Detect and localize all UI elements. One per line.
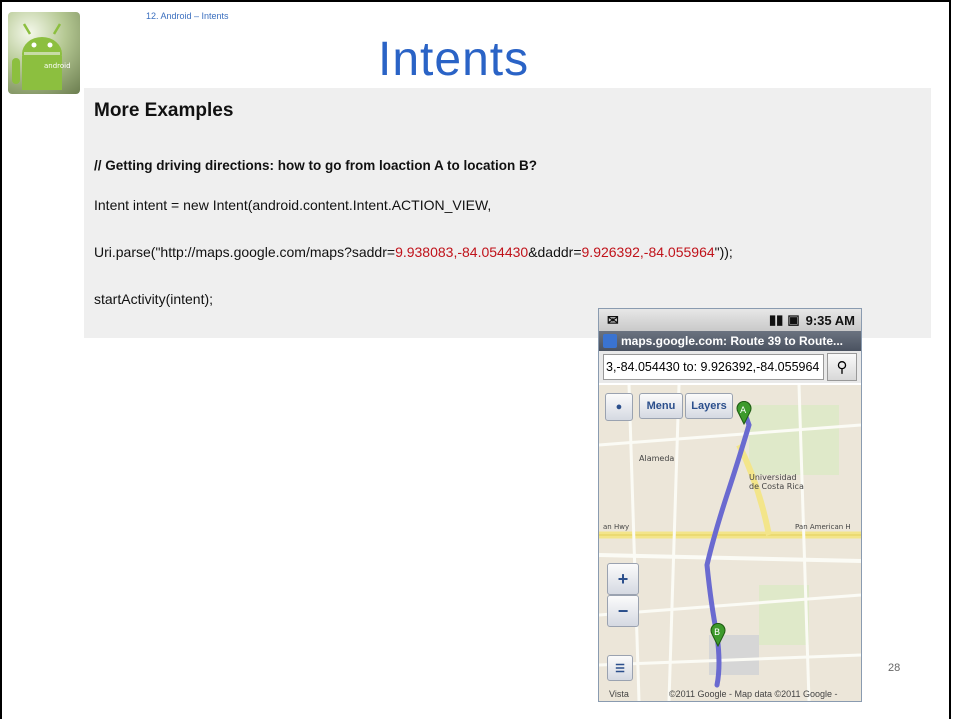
svg-text:B: B — [714, 628, 720, 638]
slide-title: Intents — [378, 33, 530, 86]
android-logo: android — [8, 12, 80, 94]
code-line-1: Intent intent = new Intent(android.conte… — [94, 197, 492, 213]
notification-icon: ✉ — [607, 312, 619, 328]
signal-icon: ▮▮ — [769, 312, 784, 327]
svg-text:Pan American H: Pan American H — [795, 523, 851, 531]
code-line-2-prefix: Uri.parse("http://maps.google.com/maps?s… — [94, 244, 396, 260]
marker-a-icon[interactable]: A — [735, 400, 753, 430]
breadcrumb: 12. Android – Intents — [146, 11, 229, 21]
list-view-button[interactable]: ☰ — [607, 655, 633, 681]
source-coordinates: 9.938083,-84.054430 — [395, 244, 529, 260]
code-line-3: startActivity(intent); — [94, 291, 214, 307]
search-icon: ⚲ — [836, 359, 848, 376]
status-bar: ✉ ▮▮ ▣ 9:35 AM — [599, 309, 861, 331]
browser-title-bar[interactable]: maps.google.com: Route 39 to Route... — [599, 331, 861, 351]
phone-screenshot: ✉ ▮▮ ▣ 9:35 AM maps.google.com: Route 39… — [598, 308, 862, 702]
google-maps-icon — [603, 334, 617, 348]
directions-search-input[interactable]: 3,-84.054430 to: 9.926392,-84.055964 — [603, 354, 824, 380]
layers-button[interactable]: Layers — [685, 393, 733, 419]
svg-text:Universidad: Universidad — [749, 473, 797, 482]
zoom-in-button[interactable]: + — [607, 563, 639, 595]
map-place-label: Vista — [609, 689, 629, 699]
code-line-2: Uri.parse("http://maps.google.com/maps?s… — [94, 244, 733, 260]
section-heading: More Examples — [94, 100, 234, 121]
marker-b-icon[interactable]: B — [709, 622, 727, 652]
code-line-2-suffix: ")); — [714, 244, 733, 260]
svg-text:android: android — [44, 62, 71, 70]
destination-coordinates: 9.926392,-84.055964 — [581, 244, 715, 260]
search-button[interactable]: ⚲ — [827, 353, 857, 381]
status-time: 9:35 AM — [805, 312, 855, 328]
page-number: 28 — [888, 662, 901, 674]
url-title: maps.google.com: Route 39 to Route... — [621, 334, 844, 348]
code-comment: // Getting driving directions: how to go… — [94, 158, 537, 173]
zoom-out-button[interactable]: − — [607, 595, 639, 627]
svg-text:A: A — [740, 406, 747, 416]
svg-text:de Costa Rica: de Costa Rica — [749, 482, 804, 491]
map-copyright: ©2011 Google - Map data ©2011 Google - — [669, 689, 838, 699]
battery-icon: ▣ — [787, 312, 800, 327]
map-canvas: Universidad de Costa Rica Alameda an Hwy… — [599, 384, 861, 701]
my-location-button[interactable]: ● — [605, 393, 633, 421]
svg-text:Alameda: Alameda — [639, 454, 674, 463]
map-view[interactable]: Universidad de Costa Rica Alameda an Hwy… — [599, 384, 861, 701]
code-line-2-mid: &daddr= — [528, 244, 582, 260]
search-row: 3,-84.054430 to: 9.926392,-84.055964 ⚲ — [599, 351, 861, 383]
menu-button[interactable]: Menu — [639, 393, 683, 419]
svg-text:an Hwy: an Hwy — [603, 523, 629, 531]
list-icon: ☰ — [615, 662, 625, 675]
location-dot-icon: ● — [615, 401, 623, 413]
